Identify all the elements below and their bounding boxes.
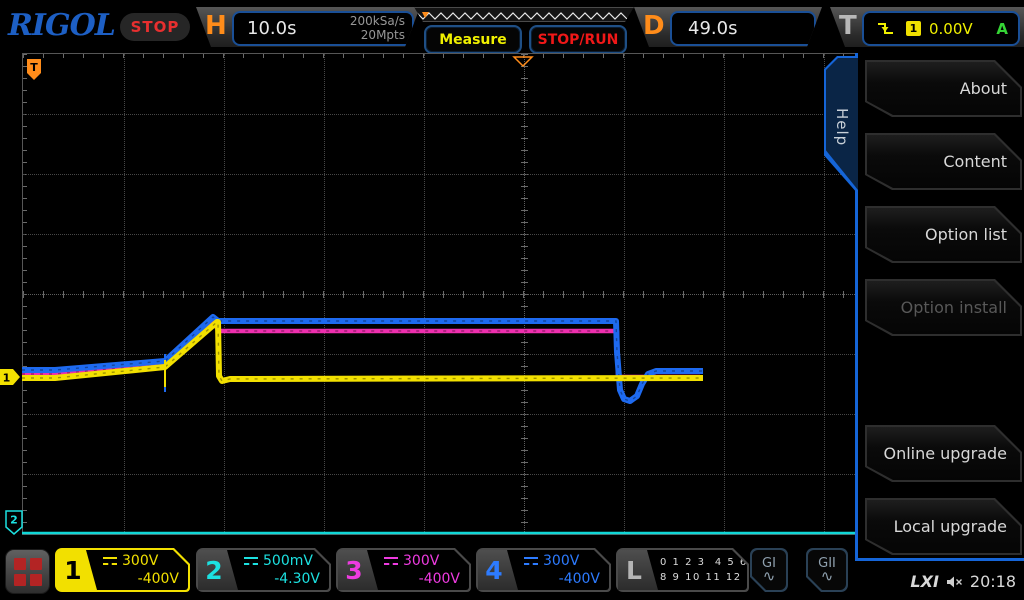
- logic-analyzer-label: L: [618, 550, 658, 590]
- main-menu-icon: [14, 558, 42, 586]
- ch2-position-label: 2: [10, 514, 18, 527]
- menu-item-option-install[interactable]: Option install: [865, 279, 1022, 336]
- channel-badge-4[interactable]: 4 300V -400V: [476, 548, 611, 592]
- menu-item-local-upgrade[interactable]: Local upgrade: [865, 498, 1022, 555]
- oscilloscope-screen: RIGOL STOP H 10.0s 200kSa/s 20Mpts Measu…: [0, 0, 1024, 600]
- sine-wave-icon: ∿: [763, 570, 776, 583]
- ch1-position-label: 1: [3, 372, 11, 385]
- channel-offset: -4.30V: [274, 571, 320, 587]
- channel-offset: -400V: [138, 571, 179, 587]
- channel-badge-3[interactable]: 3 300V -400V: [336, 548, 471, 592]
- channel-offset: -400V: [419, 571, 460, 587]
- generator-badge-gii[interactable]: GII∿: [806, 548, 848, 592]
- channel-scale: 300V: [543, 553, 579, 569]
- channel-scale: 300V: [403, 553, 439, 569]
- trigger-time-pendant-label: T: [30, 61, 38, 74]
- menu-item-label: Option install: [901, 298, 1007, 317]
- dc-coupling-icon: [103, 557, 117, 565]
- dc-coupling-icon: [524, 557, 538, 565]
- channel-badge-1[interactable]: 1 300V -400V: [55, 548, 190, 592]
- ch2-position-marker[interactable]: 2: [6, 511, 22, 534]
- lxi-logo: LXI: [910, 572, 938, 591]
- ch1-position-marker[interactable]: 1: [0, 369, 20, 385]
- logic-analyzer-badge[interactable]: L0 1 2 3 4 5 6 7 8 9 10 11 12 13 14 15: [616, 548, 749, 592]
- status-area: LXI 20:18: [910, 572, 1016, 591]
- channel-scale: 500mV: [263, 553, 313, 569]
- menu-item-content[interactable]: Content: [865, 133, 1022, 190]
- menu-item-online-upgrade[interactable]: Online upgrade: [865, 425, 1022, 482]
- help-menu-tab-label: Help: [833, 102, 851, 146]
- dc-coupling-icon: [244, 557, 258, 565]
- menu-item-option-list[interactable]: Option list: [865, 206, 1022, 263]
- menu-item-about[interactable]: About: [865, 60, 1022, 117]
- clock: 20:18: [970, 572, 1016, 591]
- main-menu-button[interactable]: [5, 549, 50, 594]
- channel-number: 1: [57, 550, 97, 590]
- channel-scale: 300V: [122, 553, 158, 569]
- channel-offset: -400V: [559, 571, 600, 587]
- menu-item-label: Local upgrade: [894, 517, 1007, 536]
- channel-number: 4: [478, 550, 518, 590]
- trigger-delay-marker[interactable]: [514, 57, 532, 66]
- dc-coupling-icon: [384, 557, 398, 565]
- sine-wave-icon: ∿: [821, 570, 834, 583]
- menu-item-label: About: [960, 79, 1007, 98]
- help-menu-panel: About Content Option list Option install Onl…: [855, 53, 1024, 561]
- channel-badge-2[interactable]: 2 500mV -4.30V: [196, 548, 331, 592]
- channel-number: 2: [198, 550, 238, 590]
- sound-muted-icon[interactable]: [946, 575, 963, 589]
- generator-badge-gi[interactable]: GI∿: [750, 548, 788, 592]
- menu-item-label: Option list: [925, 225, 1007, 244]
- trigger-time-pendant[interactable]: T: [27, 59, 41, 80]
- menu-item-label: Content: [943, 152, 1007, 171]
- menu-item-label: Online upgrade: [883, 444, 1007, 463]
- channel-number: 3: [338, 550, 378, 590]
